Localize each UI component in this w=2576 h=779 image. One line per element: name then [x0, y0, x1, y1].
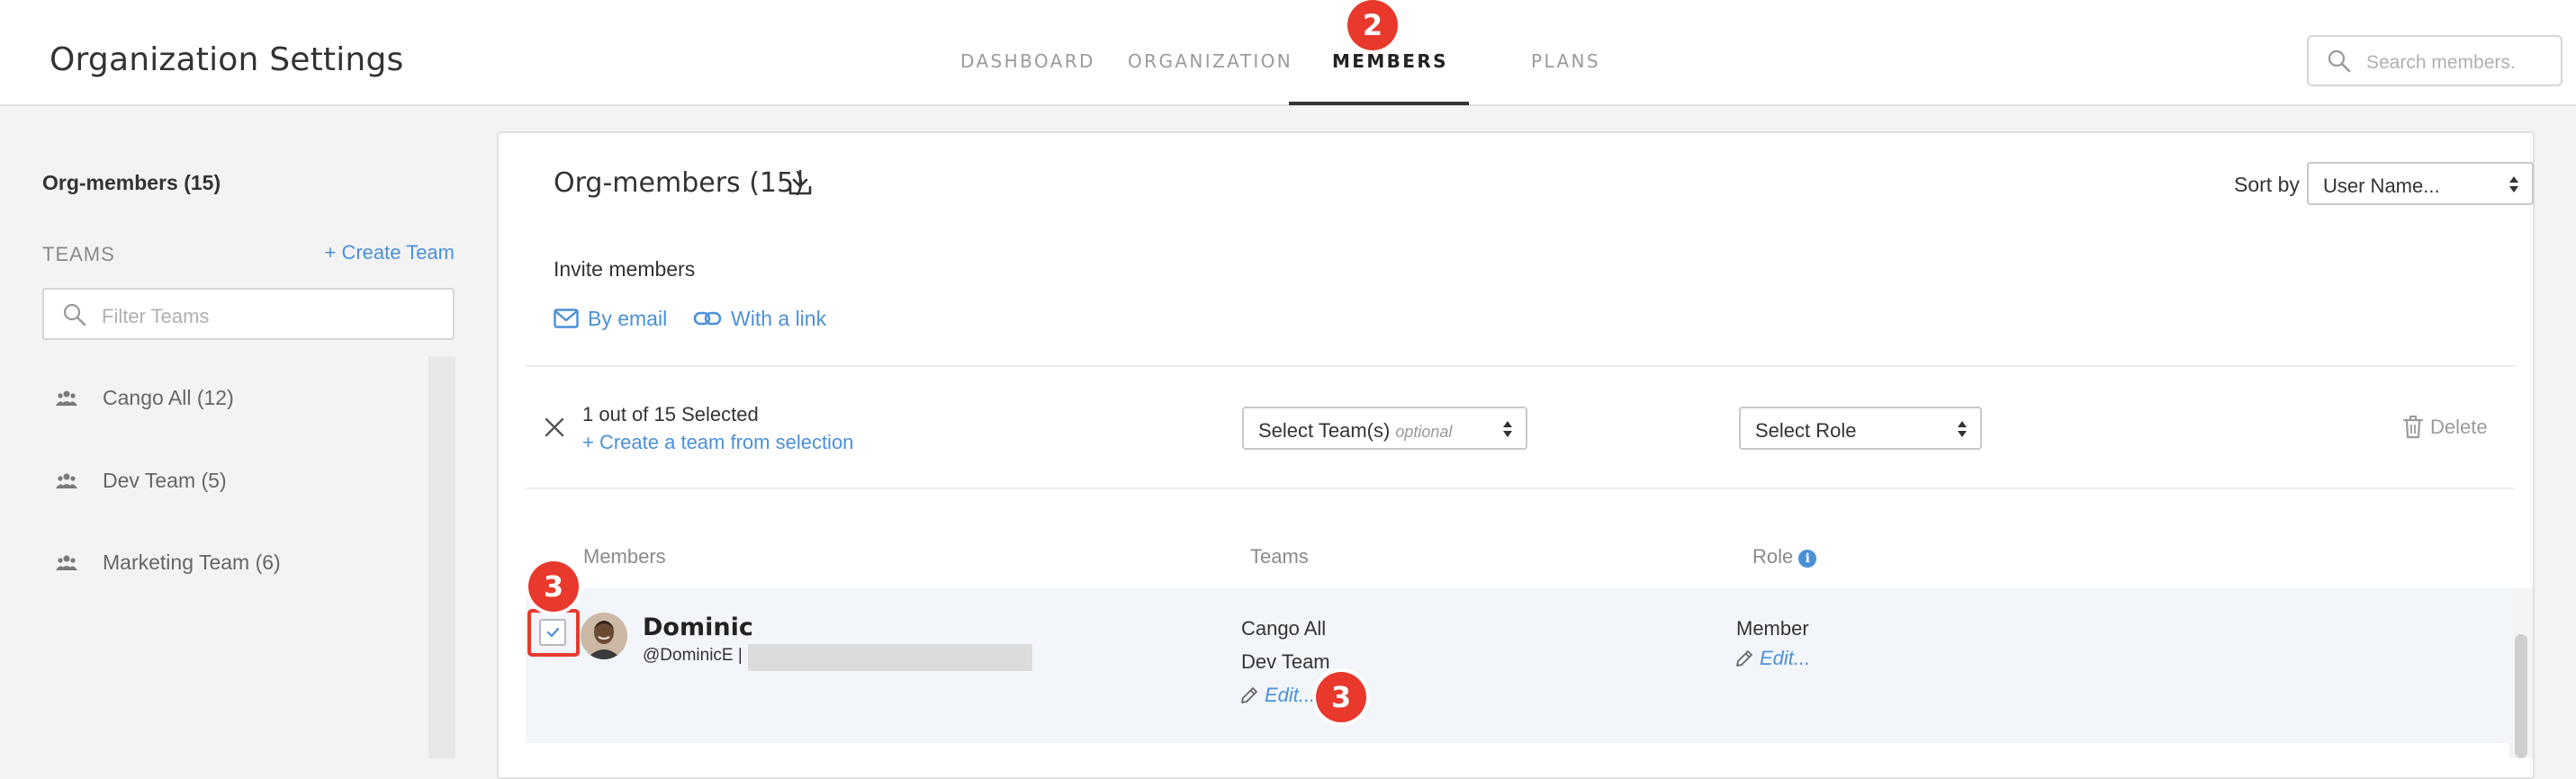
select-role-dropdown[interactable]: Select Role: [1739, 407, 1982, 450]
search-placeholder: Search members.: [2366, 52, 2516, 73]
top-header: Organization Settings DASHBOARD ORGANIZA…: [0, 0, 2576, 106]
search-icon: [63, 303, 86, 327]
download-icon[interactable]: [787, 167, 814, 198]
edit-role-link[interactable]: Edit...: [1734, 647, 1810, 670]
sidebar-scrollbar[interactable]: [428, 356, 455, 758]
checkmark-icon: [546, 627, 560, 638]
divider: [526, 365, 2515, 367]
sort-by-select[interactable]: User Name...: [2307, 162, 2534, 205]
select-arrows-icon: [2509, 176, 2518, 193]
sidebar-team-marketing-team[interactable]: Marketing Team (6): [56, 544, 281, 580]
sort-by-label: Sort by: [2234, 173, 2300, 196]
create-team-link[interactable]: + Create Team: [324, 241, 455, 264]
avatar: [581, 613, 627, 659]
edit-role-label: Edit...: [1760, 647, 1811, 669]
row-select-checkbox[interactable]: [539, 619, 566, 646]
tab-dashboard[interactable]: DASHBOARD: [960, 50, 1095, 72]
sidebar-team-label: Cango All (12): [103, 385, 234, 409]
user-avatar-icon: [581, 613, 627, 659]
info-icon[interactable]: i: [1798, 550, 1817, 568]
select-role-label: Select Role: [1755, 419, 1857, 442]
close-icon[interactable]: [543, 416, 566, 439]
select-arrows-icon: [1503, 421, 1512, 437]
column-header-members: Members: [583, 545, 666, 568]
delete-button[interactable]: Delete: [2403, 416, 2488, 439]
sidebar-team-label: Marketing Team (6): [103, 550, 281, 574]
select-teams-label: Select Team(s): [1258, 419, 1391, 442]
sidebar-team-cango-all[interactable]: Cango All (12): [56, 380, 234, 416]
select-arrows-icon: [1958, 421, 1967, 437]
group-icon: [56, 390, 77, 406]
step-callout-tab: 2: [1347, 0, 1398, 50]
sidebar-all-members[interactable]: Org-members (15): [42, 171, 221, 195]
column-header-teams: Teams: [1250, 545, 1309, 568]
optional-hint: optional: [1395, 423, 1453, 441]
invite-by-email-link[interactable]: By email: [554, 305, 667, 332]
redacted-email: [748, 644, 1032, 671]
member-search-input[interactable]: Search members.: [2307, 35, 2562, 86]
step-callout-checkbox: 3: [528, 561, 579, 612]
pencil-icon: [1736, 650, 1752, 667]
edit-teams-link[interactable]: Edit...: [1239, 684, 1315, 707]
invite-members-label: Invite members: [554, 257, 696, 281]
tab-organization[interactable]: ORGANIZATION: [1128, 50, 1293, 72]
tab-plans[interactable]: PLANS: [1531, 50, 1600, 72]
group-icon: [56, 473, 77, 488]
member-team: Dev Team: [1241, 650, 1330, 673]
link-icon: [693, 311, 722, 326]
member-role: Member: [1736, 617, 1809, 640]
invite-with-link-link[interactable]: With a link: [693, 305, 826, 332]
page-title: Organization Settings: [50, 41, 404, 78]
trash-icon: [2403, 416, 2423, 439]
member-name: Dominic: [643, 613, 753, 641]
create-team-from-selection-link[interactable]: + Create a team from selection: [582, 431, 853, 454]
invite-by-email-label: By email: [588, 306, 668, 330]
select-teams-dropdown[interactable]: Select Team(s) optional: [1242, 407, 1527, 450]
members-panel-title: Org-members (15): [554, 167, 805, 199]
member-team: Cango All: [1241, 617, 1327, 640]
sidebar-team-dev-team[interactable]: Dev Team (5): [56, 462, 227, 498]
pencil-icon: [1241, 687, 1257, 703]
delete-label: Delete: [2430, 416, 2488, 438]
mail-icon: [554, 309, 579, 328]
table-scrollbar-thumb[interactable]: [2515, 634, 2527, 758]
search-icon: [2328, 49, 2351, 73]
teams-heading: TEAMS: [42, 243, 115, 265]
column-header-role-label: Role: [1752, 545, 1794, 568]
sidebar-team-label: Dev Team (5): [103, 468, 227, 492]
member-handle: @DominicE |: [643, 646, 743, 665]
divider: [526, 488, 2515, 489]
filter-placeholder: Filter Teams: [102, 305, 210, 327]
active-tab-indicator: [1289, 102, 1469, 105]
selection-count: 1 out of 15 Selected: [582, 403, 759, 425]
group-icon: [56, 555, 77, 570]
filter-teams-input[interactable]: Filter Teams: [42, 288, 455, 340]
invite-with-link-label: With a link: [731, 306, 827, 330]
tab-members[interactable]: MEMBERS: [1332, 50, 1448, 72]
column-header-role: Role i: [1752, 545, 1817, 569]
sort-by-value: User Name...: [2323, 175, 2440, 197]
edit-teams-label: Edit...: [1265, 684, 1316, 706]
step-callout-edit: 3: [1316, 672, 1366, 722]
